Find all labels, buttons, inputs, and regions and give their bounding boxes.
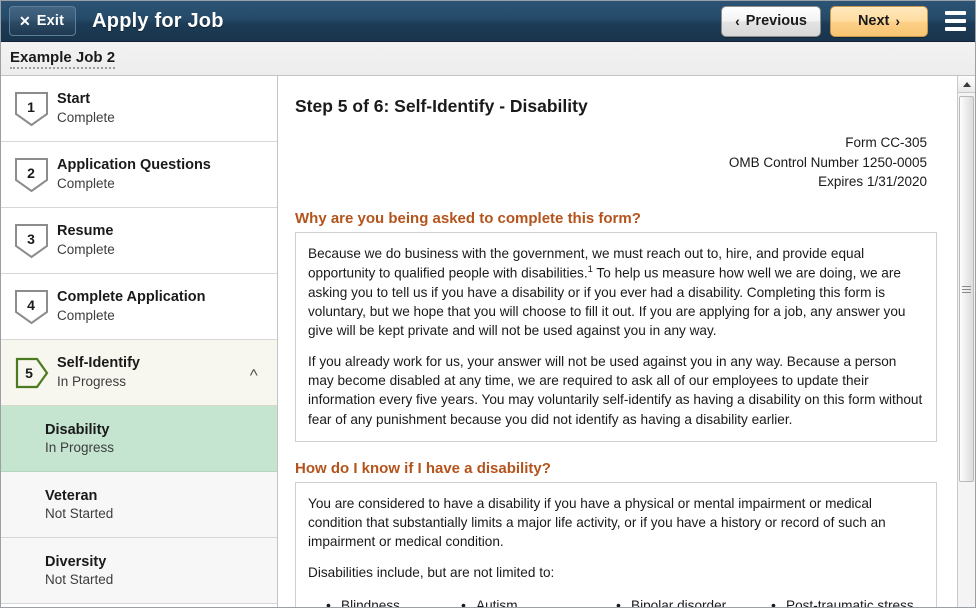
body-wrapper: 1 Start Complete 2 Application Questions	[1, 76, 975, 607]
substep-status: Not Started	[45, 572, 114, 587]
sidebar-item-resume[interactable]: 3 Resume Complete	[1, 208, 277, 274]
step-number: 5	[25, 364, 33, 381]
vertical-scrollbar[interactable]	[957, 76, 975, 607]
step-name: Start	[57, 91, 91, 108]
step-sidebar: 1 Start Complete 2 Application Questions	[1, 76, 278, 607]
step-name: Complete Application	[57, 289, 206, 306]
step-name: Self-Identify	[57, 355, 140, 372]
disability-examples-list: Blindness Deafness Autism Cerebral palsy…	[308, 596, 923, 607]
omb-control-number: OMB Control Number 1250-0005	[728, 154, 927, 170]
exit-button-label: Exit	[36, 13, 65, 29]
header-actions: ‹ Previous Next ›	[721, 5, 969, 37]
sidebar-item-application-questions[interactable]: 2 Application Questions Complete	[1, 142, 277, 208]
step-badge-shield-icon: 2	[14, 157, 49, 193]
substep-name: Veteran	[45, 488, 98, 504]
substep-status: In Progress	[45, 440, 115, 455]
step-status: In Progress	[57, 374, 127, 390]
list-item: Autism	[461, 596, 616, 607]
sidebar-item-self-identify[interactable]: 5 Self-Identify In Progress ˄	[1, 340, 277, 406]
why-paragraph-2: If you already work for us, your answer …	[308, 353, 923, 427]
expiration-date: Expires 1/31/2020	[818, 174, 927, 190]
why-paragraph-1: Because we do business with the governme…	[308, 244, 923, 341]
sidebar-item-complete-application[interactable]: 4 Complete Application Complete	[1, 274, 277, 340]
bullet-column: Post-traumatic stress disorder (PTSD)	[771, 596, 923, 607]
substep-status: Not Started	[45, 506, 114, 521]
step-number: 2	[27, 165, 35, 181]
breadcrumb: Example Job 2	[1, 42, 975, 76]
panel-how: You are considered to have a disability …	[295, 481, 937, 607]
scrollbar-track[interactable]	[958, 93, 975, 607]
chevron-up-icon[interactable]: ˄	[249, 365, 268, 380]
step-status: Complete	[57, 110, 115, 126]
step-badge-arrow-icon: 5	[14, 355, 49, 391]
bullet-column: Blindness Deafness	[326, 596, 461, 607]
step-number: 1	[27, 99, 35, 115]
how-paragraph-2: Disabilities include, but are not limite…	[308, 564, 555, 580]
close-x-icon: ✕	[19, 13, 31, 29]
list-item: Blindness	[326, 596, 461, 607]
sidebar-item-veteran[interactable]: Veteran Not Started	[1, 472, 277, 538]
previous-button[interactable]: ‹ Previous	[721, 5, 821, 37]
breadcrumb-job-title[interactable]: Example Job 2	[10, 49, 116, 69]
page-title: Apply for Job	[92, 9, 224, 32]
panel-why: Because we do business with the governme…	[295, 231, 937, 442]
main-content: Step 5 of 6: Self-Identify - Disability …	[278, 76, 957, 607]
step-status: Complete	[57, 242, 115, 258]
scroll-up-arrow-icon	[962, 81, 971, 87]
step-name: Resume	[57, 223, 114, 240]
bullet-column: Autism Cerebral palsy	[461, 596, 616, 607]
step-badge-shield-icon: 3	[14, 223, 49, 259]
step-number: 3	[27, 231, 35, 247]
scroll-up-button[interactable]	[958, 76, 975, 93]
substep-name: Disability	[45, 422, 110, 438]
bullet-column: Bipolar disorder Major depression	[616, 596, 771, 607]
exit-button[interactable]: ✕ Exit	[9, 6, 77, 36]
scrollbar-grip-icon	[962, 285, 971, 293]
step-number: 4	[27, 297, 35, 313]
step-name: Application Questions	[57, 157, 211, 174]
step-status: Complete	[57, 308, 115, 324]
list-item: Bipolar disorder	[616, 596, 771, 607]
sidebar-item-disability[interactable]: Disability In Progress	[1, 406, 277, 472]
section-heading-why: Why are you being asked to complete this…	[295, 209, 641, 227]
step-status: Complete	[57, 176, 115, 192]
chevron-right-icon: ›	[895, 13, 901, 29]
step-page-title: Step 5 of 6: Self-Identify - Disability	[295, 96, 588, 116]
chevron-left-icon: ‹	[735, 13, 740, 29]
sidebar-item-diversity[interactable]: Diversity Not Started	[1, 538, 277, 604]
form-meta: Form CC-305 OMB Control Number 1250-0005…	[292, 133, 927, 192]
form-number: Form CC-305	[845, 135, 927, 150]
sidebar-item-start[interactable]: 1 Start Complete	[1, 76, 277, 142]
hamburger-menu-icon[interactable]	[941, 6, 969, 36]
previous-button-label: Previous	[745, 13, 807, 29]
next-button-label: Next	[857, 13, 890, 29]
section-heading-how: How do I know if I have a disability?	[295, 459, 551, 477]
how-paragraph-1: You are considered to have a disability …	[308, 495, 886, 550]
apply-for-job-page: ✕ Exit Apply for Job ‹ Previous Next › E…	[0, 0, 976, 608]
substep-name: Diversity	[45, 554, 107, 570]
step-badge-shield-icon: 1	[14, 91, 49, 127]
list-item: Post-traumatic stress	[771, 596, 923, 607]
app-header: ✕ Exit Apply for Job ‹ Previous Next ›	[1, 1, 975, 42]
scrollbar-thumb[interactable]	[959, 96, 974, 482]
next-button[interactable]: Next ›	[830, 5, 928, 37]
step-badge-shield-icon: 4	[14, 289, 49, 325]
